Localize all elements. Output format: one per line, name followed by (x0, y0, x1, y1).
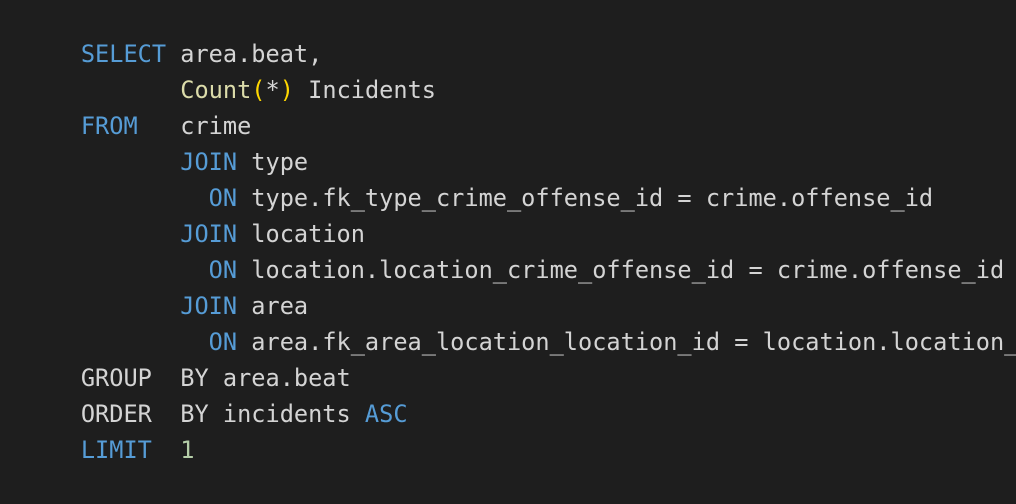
code-line[interactable]: ORDER BY incidents ASC (24, 360, 408, 428)
code-paren: ( (251, 76, 266, 104)
code-line[interactable]: JOIN area (24, 252, 308, 320)
code-keyword: ASC (364, 400, 408, 428)
code-number: 1 (180, 436, 195, 464)
code-line[interactable]: Count(*) Incidents (24, 36, 436, 104)
code-text: * (265, 76, 280, 104)
code-text: area.fk_area_location_location_id = loca… (237, 328, 1016, 356)
code-line[interactable]: JOIN location (24, 180, 365, 248)
code-line[interactable]: GROUP BY area.beat (24, 324, 351, 392)
code-line[interactable]: LIMIT 1 (24, 396, 195, 464)
code-line[interactable]: FROM crime (24, 72, 251, 140)
code-line[interactable]: ON location.location_crime_offense_id = … (24, 216, 1004, 284)
code-editor[interactable]: SELECT area.beat, Count(*) Incidents FRO… (0, 0, 1016, 464)
code-line[interactable]: SELECT area.beat, (24, 0, 323, 68)
code-line[interactable]: ON area.fk_area_location_location_id = l… (24, 288, 1016, 356)
code-text: location.location_crime_offense_id = cri… (237, 256, 1005, 284)
code-paren: ) (279, 76, 294, 104)
code-line[interactable]: ON type.fk_type_crime_offense_id = crime… (24, 144, 933, 212)
code-line[interactable]: JOIN type (24, 108, 308, 176)
code-text: Incidents (293, 76, 436, 104)
code-keyword: LIMIT (80, 436, 152, 464)
